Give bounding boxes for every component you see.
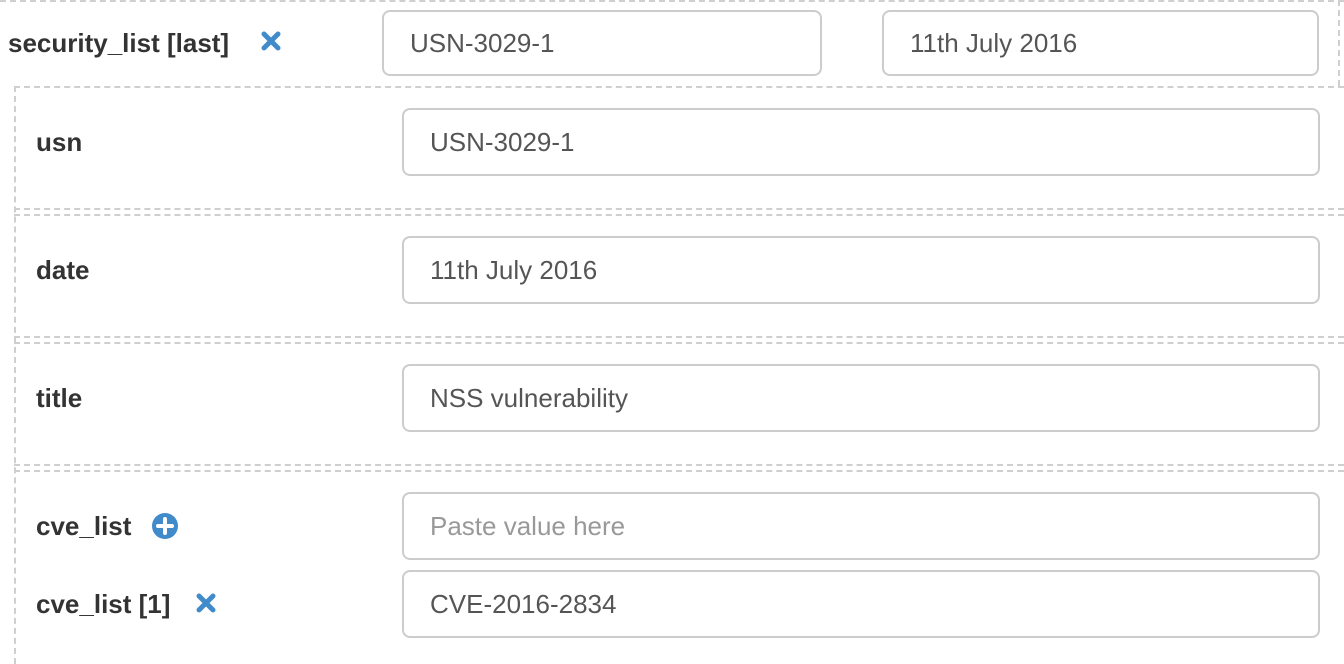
security-list-usn-field[interactable] bbox=[382, 10, 822, 76]
cve-list-label: cve_list bbox=[36, 511, 132, 541]
dashed-divider bbox=[1338, 0, 1340, 86]
date-label: date bbox=[36, 255, 90, 285]
json-form-editor: security_list [last] usn date title cve_… bbox=[0, 0, 1344, 664]
dashed-divider bbox=[0, 0, 1344, 2]
dashed-divider bbox=[14, 342, 1344, 344]
dashed-divider bbox=[14, 336, 1344, 338]
cve-list-paste-input[interactable] bbox=[402, 492, 1320, 560]
dashed-divider bbox=[14, 86, 1344, 88]
cve-list-item-field[interactable] bbox=[402, 570, 1320, 638]
title-field[interactable] bbox=[402, 364, 1320, 432]
times-icon bbox=[261, 31, 281, 51]
dashed-divider bbox=[14, 208, 1344, 210]
remove-security-list-icon[interactable] bbox=[260, 30, 282, 52]
remove-cve-list-item-icon[interactable] bbox=[195, 592, 217, 614]
date-field[interactable] bbox=[402, 236, 1320, 304]
add-cve-list-icon[interactable] bbox=[151, 512, 179, 540]
title-label: title bbox=[36, 383, 83, 413]
security-list-date-field[interactable] bbox=[882, 10, 1319, 76]
cve-list-item-label: cve_list [1] bbox=[36, 589, 171, 619]
dashed-divider bbox=[14, 464, 1344, 466]
security-list-label: security_list [last] bbox=[8, 28, 230, 58]
dashed-divider bbox=[14, 214, 1344, 216]
plus-circle-icon bbox=[152, 513, 178, 539]
usn-label: usn bbox=[36, 127, 83, 157]
times-icon bbox=[196, 593, 216, 613]
dashed-divider bbox=[14, 86, 16, 664]
dashed-divider bbox=[14, 470, 1344, 472]
usn-field[interactable] bbox=[402, 108, 1320, 176]
